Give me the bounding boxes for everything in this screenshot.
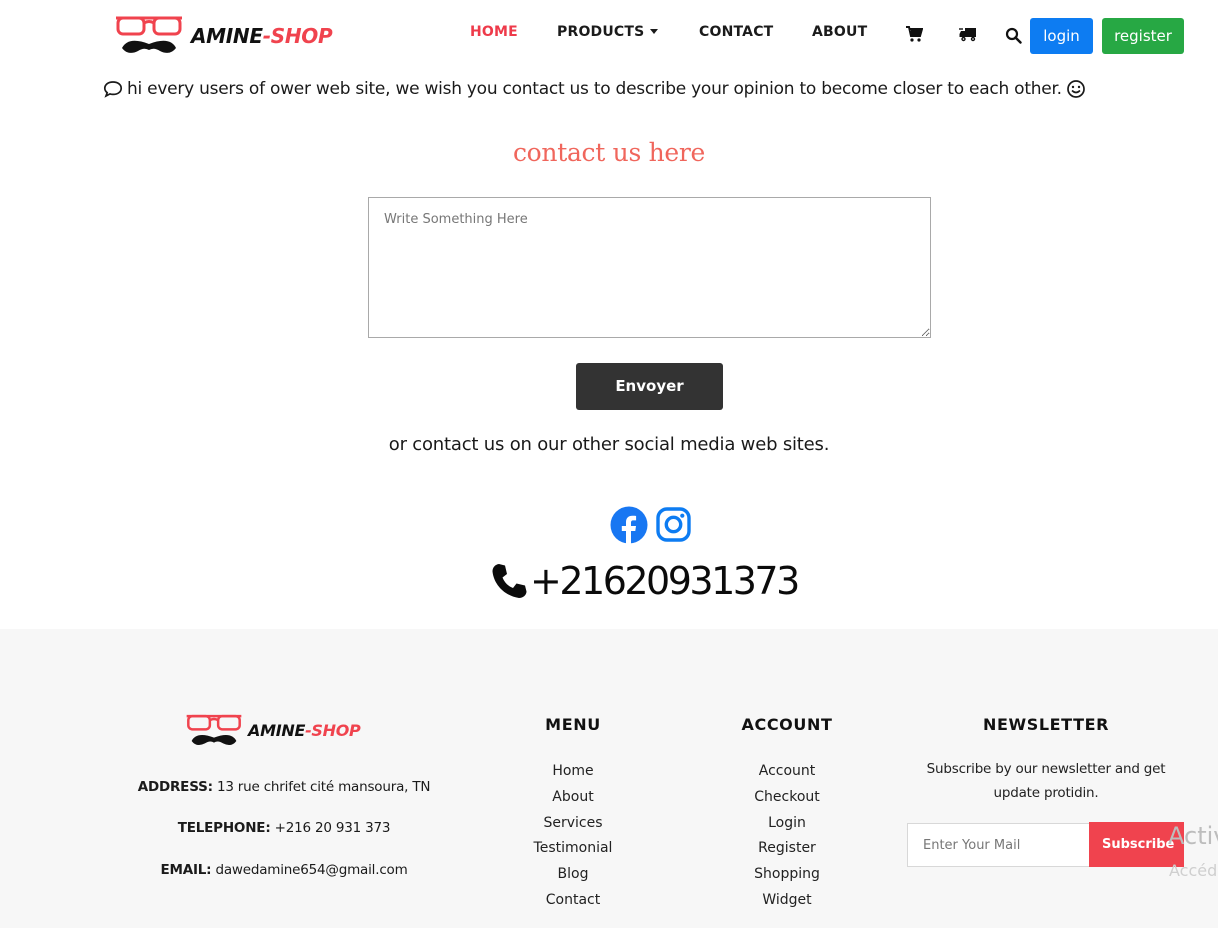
footer-brand-part2: -SHOP	[305, 721, 361, 740]
welcome-text: hi every users of ower web site, we wish…	[127, 79, 1062, 99]
phone-contact: +21620931373	[490, 556, 800, 606]
footer-brand-part1: AMINE	[248, 721, 306, 740]
footer-menu-item[interactable]: Services	[503, 811, 643, 837]
search-icon[interactable]	[1005, 27, 1022, 44]
newsletter-title: NEWSLETTER	[982, 715, 1110, 734]
caret-down-icon	[650, 29, 659, 34]
contact-title: contact us here	[512, 138, 706, 167]
newsletter-email-input[interactable]	[907, 823, 1090, 867]
address-value: 13 rue chrifet cité mansoura, TN	[216, 779, 431, 795]
footer-account-list: Account Checkout Login Register Shopping…	[717, 759, 857, 914]
brand-name: AMINE-SHOP	[191, 24, 333, 48]
phone-number: +21620931373	[530, 559, 800, 603]
message-textarea[interactable]	[368, 197, 931, 338]
login-button[interactable]: login	[1030, 18, 1093, 54]
brand-name-part2: -SHOP	[262, 24, 333, 48]
footer-address: ADDRESS: 13 rue chrifet cité mansoura, T…	[80, 779, 488, 795]
windows-activation-watermark: Activ	[1168, 822, 1218, 850]
navbar: AMINE-SHOP HOME PRODUCTS CONTACT ABOUT l…	[0, 0, 1218, 70]
facebook-icon[interactable]	[610, 506, 648, 544]
menu-title: MENU	[545, 715, 601, 734]
speech-bubble-icon	[103, 81, 123, 98]
footer-account-item[interactable]: Login	[717, 811, 857, 837]
footer-menu-list: Home About Services Testimonial Blog Con…	[503, 759, 643, 914]
nav-products-label: PRODUCTS	[557, 24, 645, 40]
phone-icon	[492, 564, 527, 598]
footer-account-item[interactable]: Widget	[717, 888, 857, 914]
brand-logo[interactable]: AMINE-SHOP	[114, 14, 344, 58]
newsletter-text: Subscribe by our newsletter and get upda…	[926, 761, 1166, 801]
telephone-label: TELEPHONE:	[177, 820, 271, 836]
footer-email: EMAIL: dawedamine654@gmail.com	[80, 862, 488, 878]
account-title: ACCOUNT	[741, 715, 833, 734]
register-button[interactable]: register	[1102, 18, 1184, 54]
instagram-icon[interactable]	[656, 507, 691, 542]
footer-logo[interactable]: AMINE-SHOP	[185, 712, 385, 752]
footer-menu-item[interactable]: About	[503, 785, 643, 811]
welcome-message: hi every users of ower web site, we wish…	[103, 77, 1203, 101]
nav-home[interactable]: HOME	[470, 24, 518, 40]
footer-menu-item[interactable]: Blog	[503, 862, 643, 888]
footer-menu-item[interactable]: Contact	[503, 888, 643, 914]
delivery-truck-icon[interactable]	[959, 25, 981, 43]
brand-name-part1: AMINE	[191, 24, 263, 48]
footer-account-item[interactable]: Shopping	[717, 862, 857, 888]
footer-account-item[interactable]: Account	[717, 759, 857, 785]
cart-icon[interactable]	[905, 25, 923, 43]
nav-products[interactable]: PRODUCTS	[557, 24, 659, 40]
windows-activation-watermark-sub: Accéd	[1169, 861, 1218, 880]
footer-telephone: TELEPHONE: +216 20 931 373	[80, 820, 488, 836]
glasses-mustache-logo	[116, 16, 182, 53]
address-label: ADDRESS:	[137, 779, 213, 795]
telephone-value: +216 20 931 373	[274, 820, 391, 836]
send-button[interactable]: Envoyer	[576, 363, 723, 410]
social-media-text: or contact us on our other social media …	[388, 434, 830, 455]
nav-about[interactable]: ABOUT	[812, 24, 867, 40]
smiley-icon	[1066, 80, 1085, 98]
email-label: EMAIL:	[160, 862, 212, 878]
email-value: dawedamine654@gmail.com	[215, 862, 408, 878]
footer-account-item[interactable]: Register	[717, 836, 857, 862]
footer-menu-item[interactable]: Testimonial	[503, 836, 643, 862]
nav-contact[interactable]: CONTACT	[699, 24, 773, 40]
footer-menu-item[interactable]: Home	[503, 759, 643, 785]
footer-brand-name: AMINE-SHOP	[248, 721, 361, 740]
glasses-mustache-logo	[186, 714, 242, 746]
footer-account-item[interactable]: Checkout	[717, 785, 857, 811]
footer: AMINE-SHOP ADDRESS: 13 rue chrifet cité …	[0, 629, 1218, 928]
